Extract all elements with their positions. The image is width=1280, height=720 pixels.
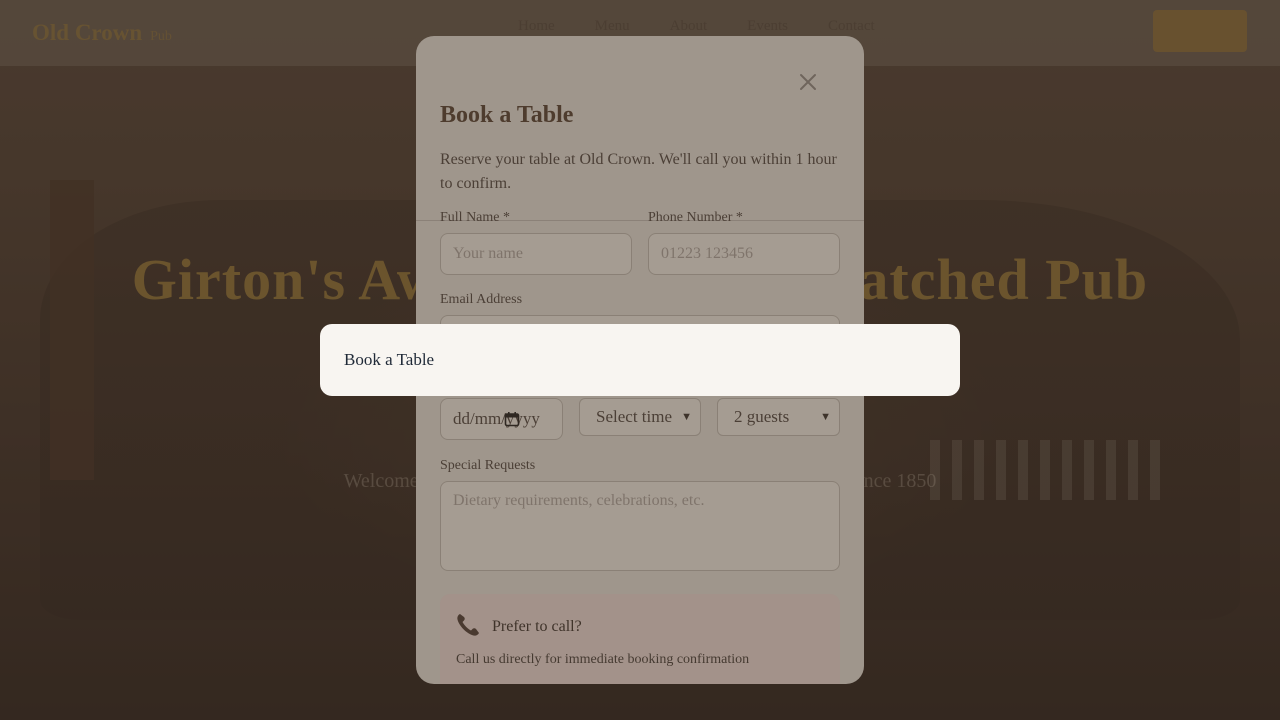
date-value: dd/mm/yyyy	[453, 409, 540, 428]
special-requests-placeholder: Dietary requirements, celebrations, etc.	[453, 492, 705, 509]
call-box-description: Call us directly for immediate booking c…	[456, 652, 750, 667]
phone-placeholder: 01223 123456	[661, 245, 753, 262]
phone-label: Phone Number *	[648, 210, 743, 225]
calendar-icon[interactable]	[504, 411, 520, 427]
chevron-down-icon: ▼	[681, 411, 692, 423]
time-select[interactable]: Select time ▼	[579, 398, 701, 436]
time-value: Select time	[596, 407, 673, 426]
guests-value: 2 guests	[734, 407, 790, 426]
chevron-down-icon: ▼	[820, 411, 831, 423]
full-name-label: Full Name *	[440, 210, 510, 225]
modal-description: Reserve your table at Old Crown. We'll c…	[440, 151, 837, 192]
toast-text: Book a Table	[344, 350, 435, 369]
call-info-box: Prefer to call? Call us directly for imm…	[440, 594, 840, 684]
close-icon	[800, 74, 816, 90]
special-requests-textarea[interactable]: Dietary requirements, celebrations, etc.	[440, 481, 840, 571]
email-label: Email Address	[440, 292, 523, 307]
modal-title: Book a Table	[440, 102, 574, 128]
call-box-title: Prefer to call?	[492, 618, 582, 635]
date-input[interactable]: dd/mm/yyyy	[440, 398, 563, 440]
full-name-input[interactable]: Your name	[440, 233, 632, 275]
special-requests-label: Special Requests	[440, 458, 536, 473]
close-button[interactable]	[796, 70, 820, 94]
phone-input[interactable]: 01223 123456	[648, 233, 840, 275]
full-name-placeholder: Your name	[453, 245, 523, 262]
toast-notification: Book a Table	[320, 324, 960, 396]
phone-icon	[457, 614, 479, 636]
guests-select[interactable]: 2 guests ▼	[717, 398, 840, 436]
